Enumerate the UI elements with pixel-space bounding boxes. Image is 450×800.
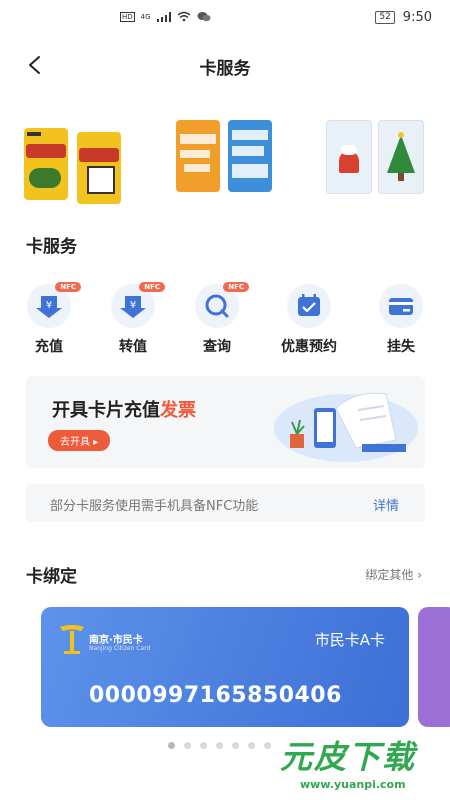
chevron-right-icon: ›	[417, 568, 422, 582]
yuan-transfer-icon: ¥ NFC	[111, 282, 165, 328]
service-label: 优惠预约	[281, 339, 337, 355]
network-type: 4G	[140, 12, 151, 21]
hd-indicator: HD	[120, 11, 135, 22]
battery-indicator: 52	[375, 11, 395, 24]
yuan-download-icon: ¥ NFC	[27, 282, 81, 328]
nfc-badge: NFC	[55, 282, 81, 292]
svg-text:¥: ¥	[46, 300, 52, 311]
svg-text:¥: ¥	[130, 300, 136, 311]
card-image-blue[interactable]	[228, 120, 272, 192]
invoice-title: 开具卡片充值发票	[52, 400, 196, 421]
app-header: 卡服务	[0, 48, 450, 84]
page-dot[interactable]	[168, 742, 175, 749]
status-right: 52 9:50	[375, 10, 432, 25]
details-link[interactable]: 详情	[373, 495, 399, 514]
watermark: 元皮下载 www.yuanpi.com	[270, 730, 450, 800]
issue-invoice-button[interactable]: 去开具 ▸	[48, 430, 111, 451]
service-transfer[interactable]: ¥ NFC 转值	[98, 282, 168, 356]
service-label: 转值	[119, 339, 147, 355]
card-image-christmas-2[interactable]	[378, 120, 424, 194]
services-grid: ¥ NFC 充值 ¥ NFC 转值 NFC 查询 优惠预约 挂失	[0, 282, 450, 356]
christmas-tree-icon	[387, 132, 415, 181]
card-logo-text: 南京·市民卡	[89, 635, 143, 646]
card-icon	[379, 284, 423, 328]
invoice-illustration	[274, 392, 418, 462]
service-label: 查询	[203, 339, 231, 355]
service-recharge[interactable]: ¥ NFC 充值	[14, 282, 84, 356]
notice-text: 部分卡服务使用需手机具备NFC功能	[50, 499, 259, 514]
clock: 9:50	[402, 10, 432, 25]
service-query[interactable]: NFC 查询	[182, 282, 252, 356]
page-dot[interactable]	[216, 742, 223, 749]
status-bar: HD 4G 52 9:50	[0, 0, 450, 34]
card-banner[interactable]	[0, 110, 450, 204]
carousel-pagination	[168, 742, 271, 749]
service-discount-booking[interactable]: 优惠预约	[274, 284, 344, 356]
nfc-notice: 部分卡服务使用需手机具备NFC功能 详情	[26, 484, 425, 522]
status-icons: HD 4G	[120, 11, 211, 22]
services-section-title: 卡服务	[26, 237, 77, 257]
signal-icon	[156, 11, 171, 22]
nfc-badge: NFC	[223, 282, 249, 292]
bind-other-link[interactable]: 绑定其他 ›	[365, 566, 422, 583]
binding-section-title: 卡绑定	[26, 567, 77, 587]
card-image-yellow-2[interactable]	[77, 132, 121, 204]
service-label: 充值	[35, 339, 63, 355]
invoice-banner[interactable]: 开具卡片充值发票 去开具 ▸	[26, 376, 425, 468]
calendar-check-icon	[287, 284, 331, 328]
wechat-icon	[197, 12, 211, 22]
page-dot[interactable]	[200, 742, 207, 749]
card-number: 0000997165850406	[89, 683, 342, 708]
card-image-orange[interactable]	[176, 120, 220, 192]
card-type: 市民卡A卡	[314, 631, 385, 649]
nfc-badge: NFC	[139, 282, 165, 292]
page-dot[interactable]	[184, 742, 191, 749]
next-card-peek[interactable]	[418, 607, 450, 727]
citizen-card[interactable]: 南京·市民卡 Nanjing Citizen Card 市民卡A卡 000099…	[41, 607, 409, 727]
service-report-loss[interactable]: 挂失	[366, 284, 436, 356]
search-icon: NFC	[195, 282, 249, 328]
card-logo-subtext: Nanjing Citizen Card	[89, 645, 151, 652]
card-image-christmas-1[interactable]	[326, 120, 372, 194]
nanjing-logo-icon	[60, 625, 84, 654]
watermark-url: www.yuanpi.com	[300, 778, 406, 791]
page-title: 卡服务	[199, 59, 251, 79]
page-dot[interactable]	[248, 742, 255, 749]
card-image-yellow-1[interactable]	[24, 128, 68, 200]
service-label: 挂失	[387, 339, 415, 355]
page-dot[interactable]	[232, 742, 239, 749]
watermark-main: 元皮下载	[280, 738, 417, 776]
wifi-icon	[177, 11, 190, 22]
